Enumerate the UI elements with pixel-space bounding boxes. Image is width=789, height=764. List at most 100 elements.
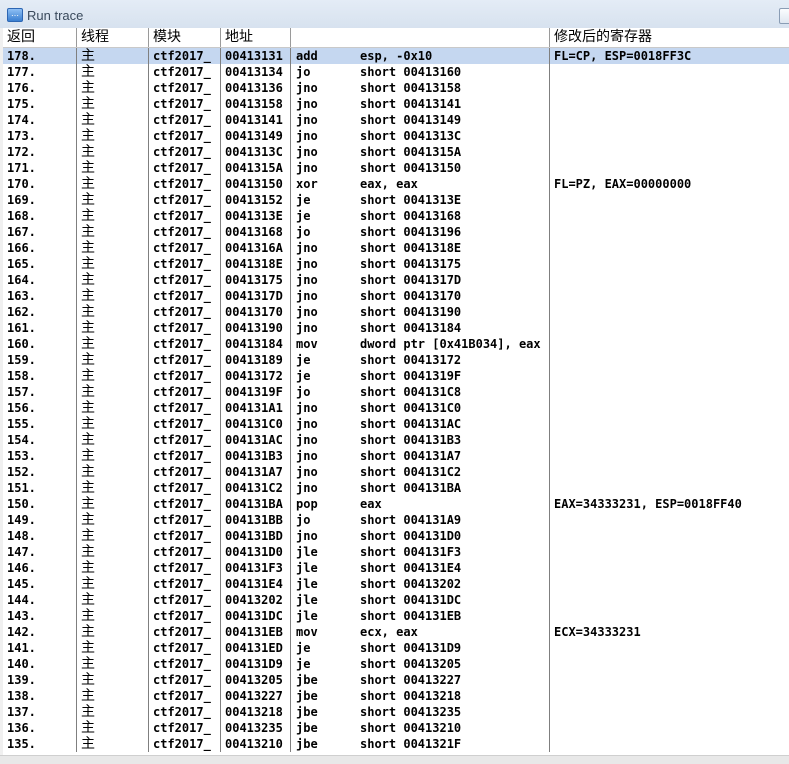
column-divider	[549, 144, 550, 160]
cell-back: 164.	[7, 273, 36, 287]
cell-operands: short 00413205	[360, 657, 462, 671]
trace-row[interactable]: 138. 主 ctf2017_ 00413227 jbe short 00413218	[3, 688, 789, 704]
trace-row[interactable]: 166. 主 ctf2017_ 0041316A jno short 0041318E	[3, 240, 789, 256]
cell-operands: short 0041317D	[360, 273, 462, 287]
column-divider	[76, 512, 77, 528]
trace-row[interactable]: 157. 主 ctf2017_ 0041319F jo short 004131C8	[3, 384, 789, 400]
column-divider	[76, 368, 77, 384]
trace-row[interactable]: 144. 主 ctf2017_ 00413202 jle short 004131DC	[3, 592, 789, 608]
trace-table[interactable]: 178. 主 ctf2017_ 00413131 add esp, -0x10 FL=CP,…	[3, 48, 789, 755]
column-divider	[76, 736, 77, 752]
column-header-back[interactable]: 返回	[3, 28, 77, 47]
trace-row[interactable]: 140. 主 ctf2017_ 004131D9 je short 00413205	[3, 656, 789, 672]
trace-row[interactable]: 149. 主 ctf2017_ 004131BB jo short 004131A9	[3, 512, 789, 528]
column-divider	[549, 240, 550, 256]
cell-back: 149.	[7, 513, 36, 527]
title-bar: … Run trace	[0, 0, 789, 28]
column-divider	[290, 416, 291, 432]
cell-thread: 主	[81, 80, 95, 96]
cell-address: 00413131	[225, 49, 283, 63]
cell-address: 00413150	[225, 177, 283, 191]
cell-back: 152.	[7, 465, 36, 479]
cell-operands: short 004131EB	[360, 609, 462, 623]
trace-row[interactable]: 168. 主 ctf2017_ 0041313E je short 00413168	[3, 208, 789, 224]
trace-row[interactable]: 160. 主 ctf2017_ 00413184 mov dword ptr [0x41B…	[3, 336, 789, 352]
column-divider	[148, 64, 149, 80]
trace-row[interactable]: 175. 主 ctf2017_ 00413158 jno short 00413141	[3, 96, 789, 112]
cell-back: 137.	[7, 705, 36, 719]
trace-row[interactable]: 150. 主 ctf2017_ 004131BA pop eax EAX=34333231,…	[3, 496, 789, 512]
cell-thread: 主	[81, 272, 95, 288]
column-header-address[interactable]: 地址	[221, 28, 291, 47]
trace-row[interactable]: 151. 主 ctf2017_ 004131C2 jno short 004131BA	[3, 480, 789, 496]
column-divider	[76, 48, 77, 64]
trace-row[interactable]: 174. 主 ctf2017_ 00413141 jno short 00413149	[3, 112, 789, 128]
trace-row[interactable]: 154. 主 ctf2017_ 004131AC jno short 004131B3	[3, 432, 789, 448]
column-divider	[220, 496, 221, 512]
trace-row[interactable]: 159. 主 ctf2017_ 00413189 je short 00413172	[3, 352, 789, 368]
column-header-module[interactable]: 模块	[149, 28, 221, 47]
cell-module: ctf2017_	[153, 577, 211, 591]
trace-row[interactable]: 173. 主 ctf2017_ 00413149 jno short 0041313C	[3, 128, 789, 144]
trace-row[interactable]: 143. 主 ctf2017_ 004131DC jle short 004131EB	[3, 608, 789, 624]
cell-mnemonic: jo	[296, 65, 311, 79]
cell-operands: short 004131BA	[360, 481, 462, 495]
cell-back: 150.	[7, 497, 36, 511]
cell-operands: short 00413150	[360, 161, 462, 175]
cell-operands: short 0041318E	[360, 241, 462, 255]
trace-row[interactable]: 158. 主 ctf2017_ 00413172 je short 0041319F	[3, 368, 789, 384]
trace-row[interactable]: 145. 主 ctf2017_ 004131E4 jle short 00413202	[3, 576, 789, 592]
trace-row[interactable]: 165. 主 ctf2017_ 0041318E jno short 00413175	[3, 256, 789, 272]
trace-row[interactable]: 162. 主 ctf2017_ 00413170 jno short 00413190	[3, 304, 789, 320]
cell-back: 157.	[7, 385, 36, 399]
cell-address: 0041313C	[225, 145, 283, 159]
trace-row[interactable]: 148. 主 ctf2017_ 004131BD jno short 004131D0	[3, 528, 789, 544]
column-divider	[549, 208, 550, 224]
trace-row[interactable]: 167. 主 ctf2017_ 00413168 jo short 00413196	[3, 224, 789, 240]
trace-row[interactable]: 172. 主 ctf2017_ 0041313C jno short 0041315A	[3, 144, 789, 160]
column-divider	[76, 336, 77, 352]
column-divider	[220, 448, 221, 464]
column-header-thread[interactable]: 线程	[77, 28, 149, 47]
trace-row[interactable]: 177. 主 ctf2017_ 00413134 jo short 00413160	[3, 64, 789, 80]
trace-row[interactable]: 178. 主 ctf2017_ 00413131 add esp, -0x10 FL=CP,…	[3, 48, 789, 64]
cell-back: 172.	[7, 145, 36, 159]
trace-row[interactable]: 146. 主 ctf2017_ 004131F3 jle short 004131E4	[3, 560, 789, 576]
cell-mnemonic: jno	[296, 529, 318, 543]
cell-operands: short 0041313E	[360, 193, 462, 207]
column-divider	[76, 128, 77, 144]
trace-row[interactable]: 147. 主 ctf2017_ 004131D0 jle short 004131F3	[3, 544, 789, 560]
trace-row[interactable]: 156. 主 ctf2017_ 004131A1 jno short 004131C0	[3, 400, 789, 416]
trace-row[interactable]: 141. 主 ctf2017_ 004131ED je short 004131D9	[3, 640, 789, 656]
column-divider	[220, 96, 221, 112]
cell-back: 161.	[7, 321, 36, 335]
trace-row[interactable]: 142. 主 ctf2017_ 004131EB mov ecx, eax ECX=3433…	[3, 624, 789, 640]
trace-row[interactable]: 169. 主 ctf2017_ 00413152 je short 0041313E	[3, 192, 789, 208]
trace-row[interactable]: 153. 主 ctf2017_ 004131B3 jno short 004131A7	[3, 448, 789, 464]
cell-regs: FL=CP, ESP=0018FF3C	[554, 49, 692, 63]
trace-row[interactable]: 171. 主 ctf2017_ 0041315A jno short 00413150	[3, 160, 789, 176]
trace-row[interactable]: 163. 主 ctf2017_ 0041317D jno short 00413170	[3, 288, 789, 304]
cell-module: ctf2017_	[153, 481, 211, 495]
column-divider	[549, 496, 550, 512]
trace-row[interactable]: 139. 主 ctf2017_ 00413205 jbe short 00413227	[3, 672, 789, 688]
trace-row[interactable]: 161. 主 ctf2017_ 00413190 jno short 00413184	[3, 320, 789, 336]
trace-row[interactable]: 152. 主 ctf2017_ 004131A7 jno short 004131C2	[3, 464, 789, 480]
trace-row[interactable]: 137. 主 ctf2017_ 00413218 jbe short 00413235	[3, 704, 789, 720]
cell-operands: short 004131AC	[360, 417, 462, 431]
column-divider	[549, 80, 550, 96]
column-divider	[290, 528, 291, 544]
trace-row[interactable]: 136. 主 ctf2017_ 00413235 jbe short 00413210	[3, 720, 789, 736]
column-header-command[interactable]	[291, 28, 550, 47]
column-divider	[290, 80, 291, 96]
column-divider	[148, 576, 149, 592]
cell-module: ctf2017_	[153, 321, 211, 335]
trace-row[interactable]: 155. 主 ctf2017_ 004131C0 jno short 004131AC	[3, 416, 789, 432]
column-header-registers[interactable]: 修改后的寄存器	[550, 28, 789, 47]
cell-back: 158.	[7, 369, 36, 383]
trace-row[interactable]: 176. 主 ctf2017_ 00413136 jno short 00413158	[3, 80, 789, 96]
trace-row[interactable]: 135. 主 ctf2017_ 00413210 jbe short 0041321F	[3, 736, 789, 752]
trace-row[interactable]: 164. 主 ctf2017_ 00413175 jno short 0041317D	[3, 272, 789, 288]
trace-row[interactable]: 170. 主 ctf2017_ 00413150 xor eax, eax FL=PZ, E…	[3, 176, 789, 192]
window-control-button[interactable]	[779, 8, 789, 24]
